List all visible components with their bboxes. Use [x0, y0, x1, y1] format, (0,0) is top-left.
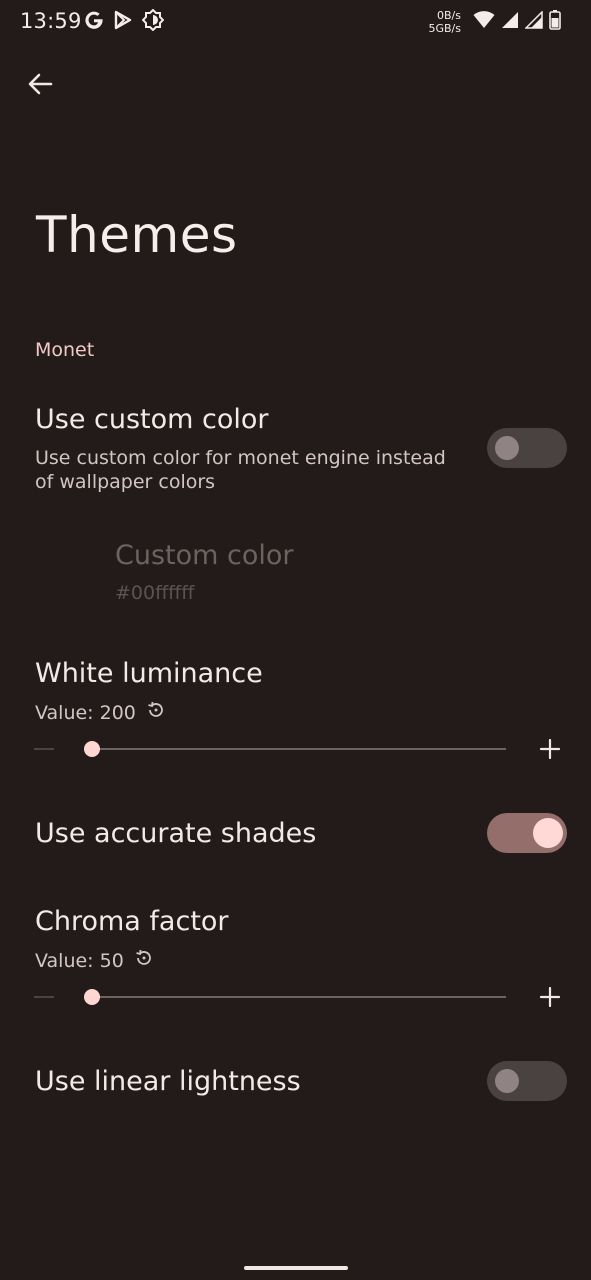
custom-color-toggle-row[interactable]: Use custom color Use custom color for mo… [0, 396, 591, 506]
play-store-icon [114, 10, 132, 34]
brightness-icon [141, 8, 165, 35]
linear-lightness-title: Use linear lightness [35, 1066, 301, 1097]
battery-icon [549, 10, 561, 34]
summary-line: Use custom color for monet engine instea… [35, 447, 446, 469]
net-down: 5GB/s [428, 22, 461, 35]
switch-thumb [495, 1069, 519, 1093]
switch-thumb [495, 436, 519, 460]
decrease-button[interactable] [34, 748, 54, 750]
signal-icon [524, 10, 543, 33]
custom-color-toggle-title: Use custom color [35, 404, 269, 435]
net-up: 0B/s [437, 9, 461, 22]
slider-track[interactable] [92, 996, 506, 998]
arrow-left-icon [28, 73, 53, 95]
chroma-factor-slider[interactable] [0, 982, 562, 1012]
decrease-button[interactable] [34, 996, 54, 998]
plus-icon[interactable] [538, 737, 562, 761]
white-luminance-title: White luminance [35, 658, 263, 689]
reset-icon[interactable] [134, 948, 154, 973]
custom-color-value: #00ffffff [115, 582, 195, 604]
custom-color-pref[interactable]: Custom color #00ffffff [0, 530, 591, 620]
linear-lightness-switch[interactable] [487, 1061, 567, 1101]
slider-track[interactable] [92, 748, 506, 750]
chroma-factor-value: Value: 50 [35, 949, 124, 972]
home-indicator[interactable] [244, 1266, 348, 1270]
chroma-factor-value-line: Value: 50 [35, 948, 154, 973]
wifi-icon [473, 11, 495, 33]
network-speed: 0B/s 5GB/s [428, 9, 461, 35]
reset-icon[interactable] [146, 700, 166, 725]
status-icons-left [84, 8, 165, 35]
google-icon [84, 10, 104, 34]
slider-thumb[interactable] [84, 989, 100, 1005]
accurate-shades-switch[interactable] [487, 813, 567, 853]
signal-icon [501, 11, 519, 33]
status-icons-right: 0B/s 5GB/s [428, 9, 561, 35]
plus-icon[interactable] [538, 985, 562, 1009]
switch-thumb [533, 818, 563, 848]
accurate-shades-title: Use accurate shades [35, 818, 317, 849]
slider-thumb[interactable] [84, 741, 100, 757]
custom-color-title: Custom color [115, 540, 294, 571]
status-time: 13:59 [20, 9, 82, 33]
chroma-factor-title: Chroma factor [35, 906, 229, 937]
white-luminance-value-line: Value: 200 [35, 700, 166, 725]
chroma-factor-pref: Chroma factor Value: 50 [0, 898, 591, 1028]
linear-lightness-toggle-row[interactable]: Use linear lightness [0, 1054, 591, 1114]
back-button[interactable] [18, 64, 62, 104]
white-luminance-pref: White luminance Value: 200 [0, 650, 591, 780]
custom-color-toggle-summary: Use custom color for monet engine instea… [35, 446, 446, 494]
white-luminance-slider[interactable] [0, 734, 562, 764]
custom-color-switch[interactable] [487, 428, 567, 468]
accurate-shades-toggle-row[interactable]: Use accurate shades [0, 806, 591, 866]
page-title: Themes [36, 206, 238, 264]
white-luminance-value: Value: 200 [35, 701, 136, 724]
section-header-monet: Monet [35, 339, 95, 361]
summary-line: of wallpaper colors [35, 471, 216, 493]
